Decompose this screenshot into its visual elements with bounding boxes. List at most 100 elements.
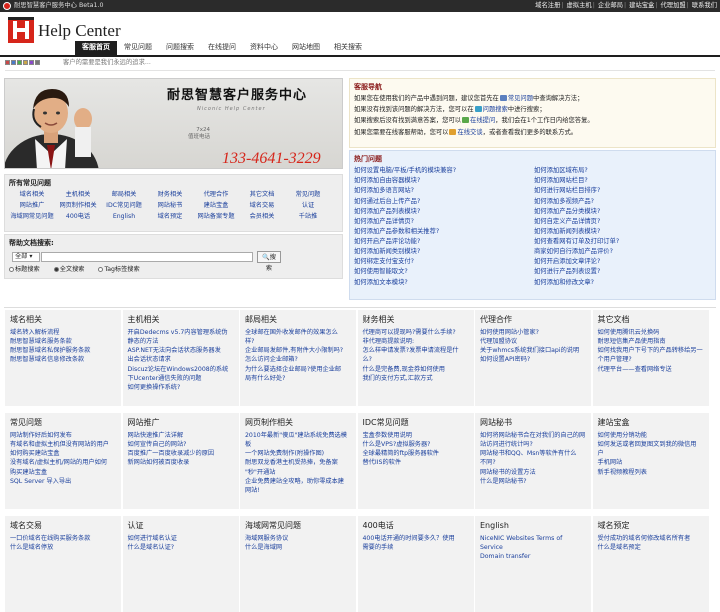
link-faq[interactable]: 常见问题 <box>508 95 533 102</box>
radio-tag[interactable]: Tag标签搜索 <box>98 266 145 273</box>
category-title[interactable]: 海域网常见问题 <box>245 520 351 532</box>
category-article-link[interactable]: 企业邮局发邮件,有附件大小限制吗? <box>245 346 351 355</box>
faq-category-link[interactable]: 其它文档 <box>239 191 285 200</box>
category-article-link[interactable]: 什么是域名预定 <box>598 543 704 552</box>
category-article-link[interactable]: 代理加盟协议 <box>480 337 586 346</box>
faq-category-link[interactable]: 网站备案专题 <box>193 213 239 222</box>
tab-sitemap[interactable]: 网站地图 <box>285 41 327 55</box>
category-article-link[interactable]: 非代理商提款说明: <box>363 337 469 346</box>
hot-question-link[interactable]: 如何添加区域布局? <box>534 166 712 175</box>
category-article-link[interactable]: 不同? <box>480 458 586 467</box>
category-article-link[interactable]: 企业免费建站全攻略，助你零成本建 <box>245 477 351 486</box>
faq-category-link[interactable]: 财务相关 <box>147 191 193 200</box>
tab-home[interactable]: 客服首页 <box>75 41 117 55</box>
faq-category-link[interactable]: 400电话 <box>55 213 101 222</box>
category-article-link[interactable]: 如何将网站秘书合在对我们的自己的网 <box>480 431 586 440</box>
faq-category-link[interactable]: 域名相关 <box>9 191 55 200</box>
category-article-link[interactable]: 网站秘书的设置方法 <box>480 468 586 477</box>
radio-fulltext[interactable]: 全文搜索 <box>53 266 91 273</box>
color-swatch-icon[interactable] <box>11 60 16 65</box>
category-article-link[interactable]: 百度推广一百度收录减少的原因 <box>128 449 234 458</box>
category-article-link[interactable]: 手机网站 <box>598 458 704 467</box>
category-title[interactable]: IDC常见问题 <box>363 417 469 429</box>
hot-question-link[interactable]: 如何自定义产品详情页? <box>534 217 712 226</box>
faq-category-link[interactable]: 建站宝盒 <box>193 202 239 211</box>
color-swatch-icon[interactable] <box>35 60 40 65</box>
category-article-link[interactable]: 如何找我用户下号下的产品转移给另一 <box>598 346 704 355</box>
faq-category-link[interactable]: 网站推广 <box>9 202 55 211</box>
faq-category-link[interactable]: 网站秘书 <box>147 202 193 211</box>
category-article-link[interactable]: 什么是域名认证? <box>128 543 234 552</box>
category-title[interactable]: 建站宝盒 <box>598 417 704 429</box>
category-article-link[interactable]: 么? <box>363 355 469 364</box>
category-article-link[interactable]: SQL Server 导入导出 <box>10 477 116 486</box>
top-link-agent[interactable]: 代理加盟 <box>660 2 685 9</box>
top-link-mail[interactable]: 企业邮局 <box>598 2 623 9</box>
category-article-link[interactable]: 什么是域名停放 <box>10 543 116 552</box>
hot-question-link[interactable]: 如何添加产品分类模块? <box>534 207 712 216</box>
hot-question-link[interactable]: 如何查看网有订单及打印订单? <box>534 237 712 246</box>
category-title[interactable]: 400电话 <box>363 520 469 532</box>
category-title[interactable]: 其它文档 <box>598 314 704 326</box>
category-article-link[interactable]: 耐思智慧域名服务条款 <box>10 337 116 346</box>
category-article-link[interactable]: 如何设置API密码? <box>480 355 586 364</box>
category-article-link[interactable]: 新网站如何被百度收录 <box>128 458 234 467</box>
search-button[interactable]: 🔍搜 索 <box>257 251 281 272</box>
category-article-link[interactable]: 代理商可以提现吗?需要什么手续? <box>363 328 469 337</box>
faq-category-link[interactable]: English <box>101 213 147 222</box>
category-article-link[interactable]: 关于whmcs系统我们接口api的说明 <box>480 346 586 355</box>
hot-question-link[interactable]: 如何添加文本模块? <box>354 278 532 287</box>
hot-question-link[interactable]: 如何添加产品详情页? <box>354 217 532 226</box>
category-article-link[interactable]: 网站快速推广法详解 <box>128 431 234 440</box>
category-article-link[interactable]: 购买建站宝盒 <box>10 468 116 477</box>
hot-question-link[interactable]: 如何开启添加文章评论? <box>534 257 712 266</box>
category-article-link[interactable]: 如何使用网站小管家? <box>480 328 586 337</box>
hot-question-link[interactable]: 如何添加多视频产品? <box>534 197 712 206</box>
color-swatch-icon[interactable] <box>23 60 28 65</box>
hot-question-link[interactable]: 如何添加产品列表模块? <box>354 207 532 216</box>
top-link-hosting[interactable]: 虚拟主机 <box>567 2 592 9</box>
category-article-link[interactable]: 代理平台——查看网络专送 <box>598 365 704 374</box>
category-article-link[interactable]: 有域名和虚拟主机但没有网站的用户 <box>10 440 116 449</box>
category-article-link[interactable]: 如何宣传自己的网站? <box>128 440 234 449</box>
hot-question-link[interactable]: 如何使用智能取文? <box>354 267 532 276</box>
faq-category-link[interactable]: 常见问题 <box>285 191 331 200</box>
category-article-link[interactable]: 海域网服务协议 <box>245 534 351 543</box>
category-title[interactable]: 财务相关 <box>363 314 469 326</box>
category-article-link[interactable]: 如何更换操作系统? <box>128 383 234 392</box>
category-article-link[interactable]: 如何使用分销功能 <box>598 431 704 440</box>
category-title[interactable]: 认证 <box>128 520 234 532</box>
category-article-link[interactable]: 如何发送或者回复图文到我的微信用 <box>598 440 704 449</box>
category-article-link[interactable]: 一个网站免费制作(附操作图) <box>245 449 351 458</box>
hot-question-link[interactable]: 如何绑定支付宝支付? <box>354 257 532 266</box>
category-article-link[interactable]: 域名转入解析流程 <box>10 328 116 337</box>
category-article-link[interactable]: Domain transfer <box>480 552 586 561</box>
category-article-link[interactable]: 耐思短信集产品使用指南 <box>598 337 704 346</box>
hot-question-link[interactable]: 如何添加和修改文章? <box>534 278 712 287</box>
hot-question-link[interactable]: 如何添加新闻类别模块? <box>354 247 532 256</box>
category-title[interactable]: 主机相关 <box>128 314 234 326</box>
category-article-link[interactable]: 网站! <box>245 486 351 495</box>
category-title[interactable]: 域名交易 <box>10 520 116 532</box>
hot-question-link[interactable]: 如何添加多语言网站? <box>354 186 532 195</box>
faq-category-link[interactable]: 主机相关 <box>55 191 101 200</box>
faq-category-link[interactable]: 海域网常见问题 <box>9 213 55 222</box>
hot-question-link[interactable]: 如何添加产品参数和相关推荐? <box>354 227 532 236</box>
faq-category-link[interactable]: 千站推 <box>285 213 331 222</box>
category-title[interactable]: 代理合作 <box>480 314 586 326</box>
hot-question-link[interactable]: 商家如何自行添加产品评价? <box>534 247 712 256</box>
hot-question-link[interactable]: 如何进行网站栏目排序? <box>534 186 712 195</box>
hot-question-link[interactable]: 如何添加网站栏目? <box>534 176 712 185</box>
hot-question-link[interactable]: 如何设置电脑/平板/手机的模块兼容? <box>354 166 532 175</box>
category-title[interactable]: 网站秘书 <box>480 417 586 429</box>
category-article-link[interactable]: 如何购买建站宝盒 <box>10 449 116 458</box>
category-article-link[interactable]: 网站制作好后如何发布 <box>10 431 116 440</box>
link-ask[interactable]: 在线提问 <box>470 117 495 124</box>
category-article-link[interactable]: 个用户管理? <box>598 355 704 364</box>
category-title[interactable]: 网站推广 <box>128 417 234 429</box>
search-scope-select[interactable]: 全部 ▾ <box>12 252 40 263</box>
category-article-link[interactable]: 开启Dedecms v5.7内容管理系统伪 <box>128 328 234 337</box>
category-article-link[interactable]: 全球邮在国外收发邮件的效果怎么 <box>245 328 351 337</box>
faq-category-link[interactable]: 会员相关 <box>239 213 285 222</box>
faq-category-link[interactable]: 域名交易 <box>239 202 285 211</box>
